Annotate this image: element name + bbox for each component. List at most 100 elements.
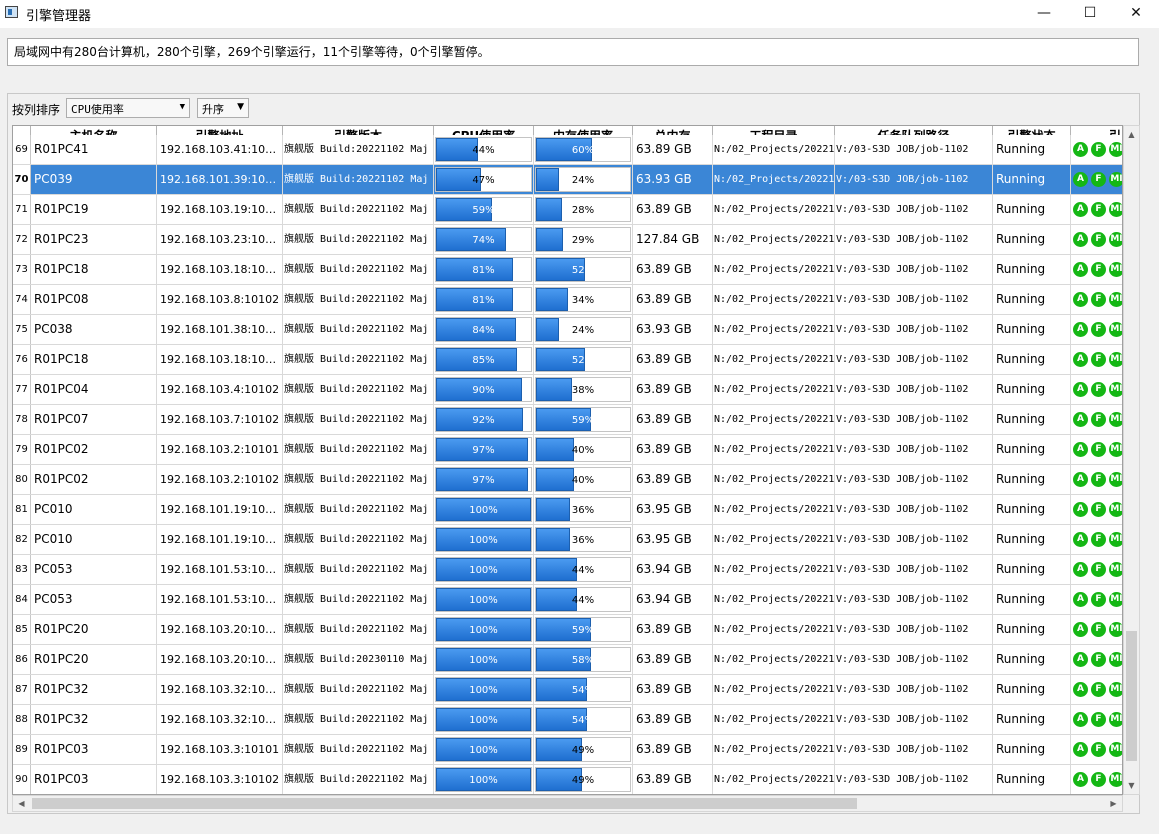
table-row[interactable]: 79 R01PC02 192.168.103.2:10101 旗舰版 Build:20… (13, 435, 1122, 465)
a-status-icon[interactable]: A (1073, 592, 1088, 607)
table-row[interactable]: 84 PC053 192.168.101.53:10… 旗舰版 Build:20221… (13, 585, 1122, 615)
mi-status-icon[interactable]: MI (1109, 622, 1122, 637)
a-status-icon[interactable]: A (1073, 232, 1088, 247)
mi-status-icon[interactable]: MI (1109, 472, 1122, 487)
a-status-icon[interactable]: A (1073, 172, 1088, 187)
f-status-icon[interactable]: F (1091, 382, 1106, 397)
f-status-icon[interactable]: F (1091, 592, 1106, 607)
sort-order-select[interactable]: 升序 ▼ (197, 98, 249, 118)
f-status-icon[interactable]: F (1091, 682, 1106, 697)
table-row[interactable]: 72 R01PC23 192.168.103.23:10… 旗舰版 Build:202… (13, 225, 1122, 255)
f-status-icon[interactable]: F (1091, 562, 1106, 577)
table-row[interactable]: 88 R01PC32 192.168.103.32:10… 旗舰版 Build:202… (13, 705, 1122, 735)
table-row[interactable]: 83 PC053 192.168.101.53:10… 旗舰版 Build:20221… (13, 555, 1122, 585)
f-status-icon[interactable]: F (1091, 472, 1106, 487)
mi-status-icon[interactable]: MI (1109, 412, 1122, 427)
table-row[interactable]: 78 R01PC07 192.168.103.7:10102 旗舰版 Build:20… (13, 405, 1122, 435)
a-status-icon[interactable]: A (1073, 352, 1088, 367)
table-row[interactable]: 77 R01PC04 192.168.103.4:10102 旗舰版 Build:20… (13, 375, 1122, 405)
minimize-button[interactable]: — (1021, 0, 1067, 28)
mi-status-icon[interactable]: MI (1109, 322, 1122, 337)
scroll-up-icon[interactable]: ▲ (1124, 126, 1139, 143)
table-row[interactable]: 76 R01PC18 192.168.103.18:10… 旗舰版 Build:202… (13, 345, 1122, 375)
mi-status-icon[interactable]: MI (1109, 142, 1122, 157)
mi-status-icon[interactable]: MI (1109, 292, 1122, 307)
table-row[interactable]: 80 R01PC02 192.168.103.2:10102 旗舰版 Build:20… (13, 465, 1122, 495)
mi-status-icon[interactable]: MI (1109, 712, 1122, 727)
mi-status-icon[interactable]: MI (1109, 772, 1122, 787)
a-status-icon[interactable]: A (1073, 262, 1088, 277)
f-status-icon[interactable]: F (1091, 232, 1106, 247)
f-status-icon[interactable]: F (1091, 652, 1106, 667)
table-row[interactable]: 70 PC039 192.168.101.39:10… 旗舰版 Build:20221… (13, 165, 1122, 195)
a-status-icon[interactable]: A (1073, 442, 1088, 457)
mi-status-icon[interactable]: MI (1109, 652, 1122, 667)
table-row[interactable]: 87 R01PC32 192.168.103.32:10… 旗舰版 Build:202… (13, 675, 1122, 705)
f-status-icon[interactable]: F (1091, 772, 1106, 787)
f-status-icon[interactable]: F (1091, 442, 1106, 457)
engine-table[interactable]: 主机名称 引擎地址 引擎版本 CPU使用率 内存使用率 总内存 工程目录 任务队… (12, 125, 1123, 795)
table-row[interactable]: 89 R01PC03 192.168.103.3:10101 旗舰版 Build:20… (13, 735, 1122, 765)
mi-status-icon[interactable]: MI (1109, 742, 1122, 757)
mi-status-icon[interactable]: MI (1109, 232, 1122, 247)
table-row[interactable]: 71 R01PC19 192.168.103.19:10… 旗舰版 Build:202… (13, 195, 1122, 225)
a-status-icon[interactable]: A (1073, 682, 1088, 697)
f-status-icon[interactable]: F (1091, 622, 1106, 637)
f-status-icon[interactable]: F (1091, 742, 1106, 757)
mi-status-icon[interactable]: MI (1109, 562, 1122, 577)
vertical-scroll-thumb[interactable] (1126, 631, 1137, 761)
mi-status-icon[interactable]: MI (1109, 382, 1122, 397)
f-status-icon[interactable]: F (1091, 292, 1106, 307)
f-status-icon[interactable]: F (1091, 262, 1106, 277)
mi-status-icon[interactable]: MI (1109, 172, 1122, 187)
mi-status-icon[interactable]: MI (1109, 442, 1122, 457)
table-row[interactable]: 73 R01PC18 192.168.103.18:10… 旗舰版 Build:202… (13, 255, 1122, 285)
a-status-icon[interactable]: A (1073, 412, 1088, 427)
mi-status-icon[interactable]: MI (1109, 352, 1122, 367)
a-status-icon[interactable]: A (1073, 562, 1088, 577)
a-status-icon[interactable]: A (1073, 622, 1088, 637)
table-row[interactable]: 75 PC038 192.168.101.38:10… 旗舰版 Build:20221… (13, 315, 1122, 345)
a-status-icon[interactable]: A (1073, 382, 1088, 397)
a-status-icon[interactable]: A (1073, 502, 1088, 517)
a-status-icon[interactable]: A (1073, 472, 1088, 487)
a-status-icon[interactable]: A (1073, 202, 1088, 217)
scroll-down-icon[interactable]: ▼ (1124, 777, 1139, 794)
a-status-icon[interactable]: A (1073, 532, 1088, 547)
f-status-icon[interactable]: F (1091, 322, 1106, 337)
horizontal-scrollbar[interactable]: ◀ ▶ (12, 795, 1123, 812)
f-status-icon[interactable]: F (1091, 142, 1106, 157)
f-status-icon[interactable]: F (1091, 532, 1106, 547)
scroll-right-icon[interactable]: ▶ (1105, 796, 1122, 811)
mi-status-icon[interactable]: MI (1109, 592, 1122, 607)
f-status-icon[interactable]: F (1091, 502, 1106, 517)
mi-status-icon[interactable]: MI (1109, 682, 1122, 697)
table-row[interactable]: 90 R01PC03 192.168.103.3:10102 旗舰版 Build:20… (13, 765, 1122, 794)
table-row[interactable]: 82 PC010 192.168.101.19:10… 旗舰版 Build:20221… (13, 525, 1122, 555)
a-status-icon[interactable]: A (1073, 652, 1088, 667)
a-status-icon[interactable]: A (1073, 142, 1088, 157)
mi-status-icon[interactable]: MI (1109, 502, 1122, 517)
close-button[interactable]: ✕ (1113, 0, 1159, 28)
vertical-scrollbar[interactable]: ▲ ▼ (1123, 125, 1140, 795)
mi-status-icon[interactable]: MI (1109, 532, 1122, 547)
f-status-icon[interactable]: F (1091, 202, 1106, 217)
f-status-icon[interactable]: F (1091, 352, 1106, 367)
f-status-icon[interactable]: F (1091, 412, 1106, 427)
mi-status-icon[interactable]: MI (1109, 202, 1122, 217)
a-status-icon[interactable]: A (1073, 742, 1088, 757)
table-row[interactable]: 85 R01PC20 192.168.103.20:10… 旗舰版 Build:202… (13, 615, 1122, 645)
table-row[interactable]: 81 PC010 192.168.101.19:10… 旗舰版 Build:20221… (13, 495, 1122, 525)
mi-status-icon[interactable]: MI (1109, 262, 1122, 277)
f-status-icon[interactable]: F (1091, 712, 1106, 727)
table-row[interactable]: 86 R01PC20 192.168.103.20:10… 旗舰版 Build:202… (13, 645, 1122, 675)
a-status-icon[interactable]: A (1073, 712, 1088, 727)
f-status-icon[interactable]: F (1091, 172, 1106, 187)
a-status-icon[interactable]: A (1073, 292, 1088, 307)
a-status-icon[interactable]: A (1073, 322, 1088, 337)
table-row[interactable]: 69 R01PC41 192.168.103.41:10… 旗舰版 Build:202… (13, 135, 1122, 165)
sort-column-select[interactable]: CPU使用率 ▼ (66, 98, 190, 118)
table-row[interactable]: 74 R01PC08 192.168.103.8:10102 旗舰版 Build:20… (13, 285, 1122, 315)
scroll-left-icon[interactable]: ◀ (13, 796, 30, 811)
maximize-button[interactable]: ☐ (1067, 0, 1113, 28)
